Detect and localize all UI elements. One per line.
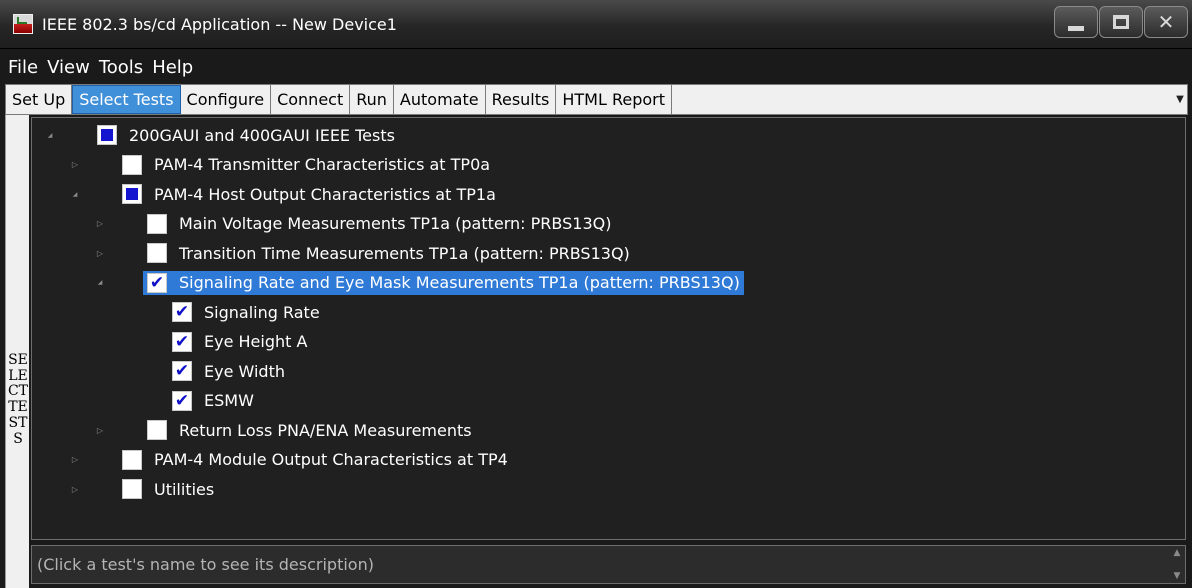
maximize-icon [1113, 15, 1129, 29]
scroll-up-icon[interactable]: ▲ [1174, 548, 1181, 558]
tree-row[interactable]: Eye Width [172, 359, 285, 383]
test-label[interactable]: PAM-4 Transmitter Characteristics at TP0… [154, 155, 490, 174]
test-label[interactable]: ESMW [204, 391, 254, 410]
tab-bar: Set Up Select Tests Configure Connect Ru… [5, 84, 1188, 115]
description-text: (Click a test's name to see its descript… [37, 555, 374, 574]
test-checkbox[interactable] [172, 390, 192, 411]
minimize-icon [1068, 25, 1084, 31]
tree-row[interactable]: 200GAUI and 400GAUI IEEE Tests [97, 123, 395, 147]
test-checkbox[interactable] [122, 479, 142, 499]
expanded-triangle-icon[interactable]: ◢ [45, 123, 55, 147]
menu-tools[interactable]: Tools [99, 57, 143, 78]
minimize-button[interactable] [1054, 6, 1098, 38]
tab-run[interactable]: Run [350, 85, 394, 114]
test-tree: ◢ 200GAUI and 400GAUI IEEE Tests ▷ PAM-4 Tr… [31, 117, 1186, 540]
description-scrollbar[interactable]: ▲ ▼ [1171, 548, 1183, 581]
tree-row[interactable]: Main Voltage Measurements TP1a (pattern:… [147, 212, 611, 236]
test-label[interactable]: 200GAUI and 400GAUI IEEE Tests [129, 126, 395, 145]
tree-row[interactable]: Utilities [122, 477, 214, 501]
window-controls: ✕ [1053, 6, 1188, 42]
test-label[interactable]: Eye Width [204, 362, 285, 381]
collapsed-triangle-icon[interactable]: ▷ [70, 153, 80, 177]
tree-row[interactable]: Signaling Rate [172, 300, 320, 324]
expanded-triangle-icon[interactable]: ◢ [95, 271, 105, 295]
collapsed-triangle-icon[interactable]: ▷ [95, 418, 105, 442]
test-checkbox[interactable] [97, 125, 117, 145]
test-label[interactable]: Eye Height A [204, 332, 307, 351]
test-checkbox[interactable] [147, 272, 167, 293]
tab-results[interactable]: Results [486, 85, 557, 114]
scroll-down-icon[interactable]: ▼ [1174, 571, 1181, 581]
description-panel: (Click a test's name to see its descript… [31, 545, 1186, 584]
test-checkbox[interactable] [172, 302, 192, 322]
collapsed-triangle-icon[interactable]: ▷ [70, 448, 80, 472]
test-checkbox[interactable] [147, 213, 167, 234]
tree-row[interactable]: Signaling Rate and Eye Mask Measurements… [143, 270, 744, 295]
tab-html-report[interactable]: HTML Report [556, 85, 673, 114]
test-label[interactable]: Signaling Rate and Eye Mask Measurements… [179, 273, 740, 292]
tree-row[interactable]: PAM-4 Host Output Characteristics at TP1… [122, 182, 496, 206]
close-icon: ✕ [1157, 10, 1175, 34]
test-checkbox[interactable] [122, 154, 142, 175]
tab-set-up[interactable]: Set Up [6, 85, 73, 114]
maximize-button[interactable] [1099, 6, 1143, 38]
collapsed-triangle-icon[interactable]: ▷ [95, 212, 105, 236]
tab-connect[interactable]: Connect [271, 85, 351, 114]
tree-row[interactable]: Transition Time Measurements TP1a (patte… [147, 241, 630, 265]
test-label[interactable]: PAM-4 Host Output Characteristics at TP1… [154, 185, 496, 204]
tab-select-tests[interactable]: Select Tests [72, 85, 181, 114]
chevron-down-icon[interactable]: ▼ [1173, 85, 1187, 114]
test-checkbox[interactable] [147, 420, 167, 440]
app-icon[interactable] [13, 14, 33, 34]
test-label[interactable]: Signaling Rate [204, 303, 320, 322]
test-label[interactable]: Return Loss PNA/ENA Measurements [179, 421, 472, 440]
menu-file[interactable]: File [8, 57, 38, 78]
test-label[interactable]: Transition Time Measurements TP1a (patte… [179, 244, 630, 263]
menu-view[interactable]: View [47, 57, 90, 78]
test-label[interactable]: Main Voltage Measurements TP1a (pattern:… [179, 214, 611, 233]
tree-row[interactable]: PAM-4 Module Output Characteristics at T… [122, 448, 508, 472]
test-label[interactable]: Utilities [154, 480, 214, 499]
test-checkbox[interactable] [147, 243, 167, 263]
side-label: SELECT TESTS [7, 352, 29, 447]
menu-help[interactable]: Help [152, 57, 193, 78]
tree-row[interactable]: ESMW [172, 389, 254, 413]
menu-bar: File View Tools Help [0, 52, 1192, 82]
test-checkbox[interactable] [172, 361, 192, 381]
tree-row[interactable]: Eye Height A [172, 330, 307, 354]
test-checkbox[interactable] [172, 331, 192, 352]
expanded-triangle-icon[interactable]: ◢ [70, 182, 80, 206]
title-bar: IEEE 802.3 bs/cd Application -- New Devi… [0, 0, 1192, 49]
collapsed-triangle-icon[interactable]: ▷ [70, 477, 80, 501]
test-label[interactable]: PAM-4 Module Output Characteristics at T… [154, 450, 508, 469]
test-checkbox[interactable] [122, 184, 142, 204]
tab-configure[interactable]: Configure [181, 85, 272, 114]
window-title: IEEE 802.3 bs/cd Application -- New Devi… [42, 15, 397, 34]
test-checkbox[interactable] [122, 449, 142, 470]
close-button[interactable]: ✕ [1144, 6, 1188, 38]
tree-row[interactable]: Return Loss PNA/ENA Measurements [147, 418, 472, 442]
side-panel: SELECT TESTS [5, 115, 29, 588]
collapsed-triangle-icon[interactable]: ▷ [95, 241, 105, 265]
tab-automate[interactable]: Automate [394, 85, 486, 114]
tree-row[interactable]: PAM-4 Transmitter Characteristics at TP0… [122, 153, 490, 177]
